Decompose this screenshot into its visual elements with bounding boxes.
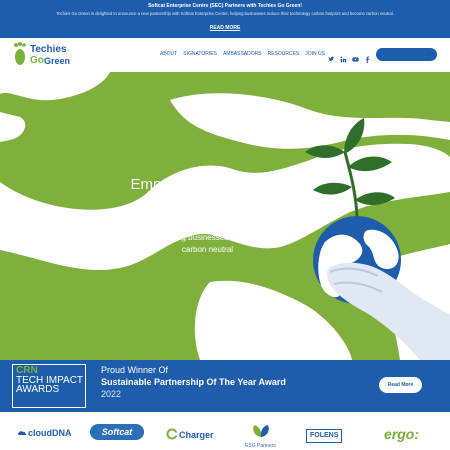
- techies-go-green-logo[interactable]: Techies Go Green: [12, 41, 78, 69]
- linkedin-icon[interactable]: [340, 50, 347, 63]
- cloud-icon: [17, 431, 27, 435]
- facebook-icon[interactable]: [364, 50, 371, 63]
- crn-tech-impact-awards-logo: CRN TECH IMPACT AWARDS: [16, 366, 86, 395]
- softcat-logo[interactable]: Softcat: [90, 424, 144, 440]
- twitter-icon[interactable]: [328, 50, 335, 62]
- hero-title-line-2: To Go Green: [147, 197, 233, 214]
- logo-text-go: Go: [30, 55, 44, 66]
- logo-text-techies: Techies: [30, 44, 67, 55]
- hero-subtitle: Supporting businesses to become carbon n…: [120, 232, 295, 256]
- nav-item-ambassadors[interactable]: AMBASSADORS: [223, 51, 262, 57]
- folens-logo[interactable]: FOLENS: [306, 429, 343, 443]
- nav-item-join-us[interactable]: JOIN US: [305, 51, 325, 57]
- nav-item-about[interactable]: ABOUT: [160, 51, 177, 57]
- main-nav: ABOUT SIGNATORIES AMBASSADORS RESOURCES …: [160, 51, 325, 57]
- hero-title-line-1: Empowering Tech: [130, 176, 250, 193]
- hero-subtitle-line-1: Supporting businesses to become: [147, 233, 268, 242]
- announcement-title: Softcat Enterprise Centre (SEC) Partners…: [148, 3, 302, 9]
- charger-logo[interactable]: Charger: [166, 428, 214, 440]
- hero-section: Empowering Tech To Go Green Supporting b…: [0, 72, 450, 360]
- hero-title: Empowering Tech To Go Green: [110, 174, 270, 216]
- award-banner: CRN TECH IMPACT AWARDS Proud Winner Of S…: [0, 360, 450, 412]
- hero-map-illustration: [0, 72, 450, 360]
- clouddna-text: cloudDNA: [28, 428, 72, 438]
- charger-text: Charger: [179, 430, 214, 440]
- footprint-icon: [14, 42, 26, 65]
- announcement-body: Techies Go Green is delighted to announc…: [56, 11, 394, 16]
- award-read-more-button[interactable]: Read More: [379, 377, 422, 393]
- announcement-read-more-link[interactable]: READ MORE: [0, 25, 450, 31]
- esg-leaf-icon: [252, 425, 269, 437]
- crn-awards-text: AWARDS: [16, 384, 60, 395]
- award-year: 2022: [101, 389, 122, 399]
- nav-item-signatories[interactable]: SIGNATORIES: [183, 51, 217, 57]
- ergo-logo[interactable]: ergo:: [384, 426, 419, 442]
- site-header: Techies Go Green ABOUT SIGNATORIES AMBAS…: [0, 38, 450, 72]
- charger-c-icon: [166, 428, 178, 440]
- esg-partners-text: ESG Partners: [245, 443, 276, 449]
- nav-item-resources[interactable]: RESOURCES: [268, 51, 300, 57]
- clouddna-logo[interactable]: cloudDNA: [17, 428, 72, 438]
- logo-text-green: Green: [44, 56, 71, 66]
- award-line-1: Proud Winner Of: [101, 365, 169, 375]
- partner-logo-strip: cloudDNA Softcat Charger ESG Partners FO…: [0, 412, 450, 450]
- social-links: [328, 50, 371, 63]
- esg-partners-logo[interactable]: ESG Partners: [238, 424, 283, 449]
- header-cta-button[interactable]: [376, 48, 437, 61]
- announcement-bar: Softcat Enterprise Centre (SEC) Partners…: [0, 0, 450, 38]
- award-line-2: Sustainable Partnership Of The Year Awar…: [101, 377, 286, 387]
- award-text: Proud Winner Of Sustainable Partnership …: [101, 365, 286, 399]
- hero-subtitle-line-2: carbon neutral: [181, 245, 234, 254]
- youtube-icon[interactable]: [352, 50, 359, 62]
